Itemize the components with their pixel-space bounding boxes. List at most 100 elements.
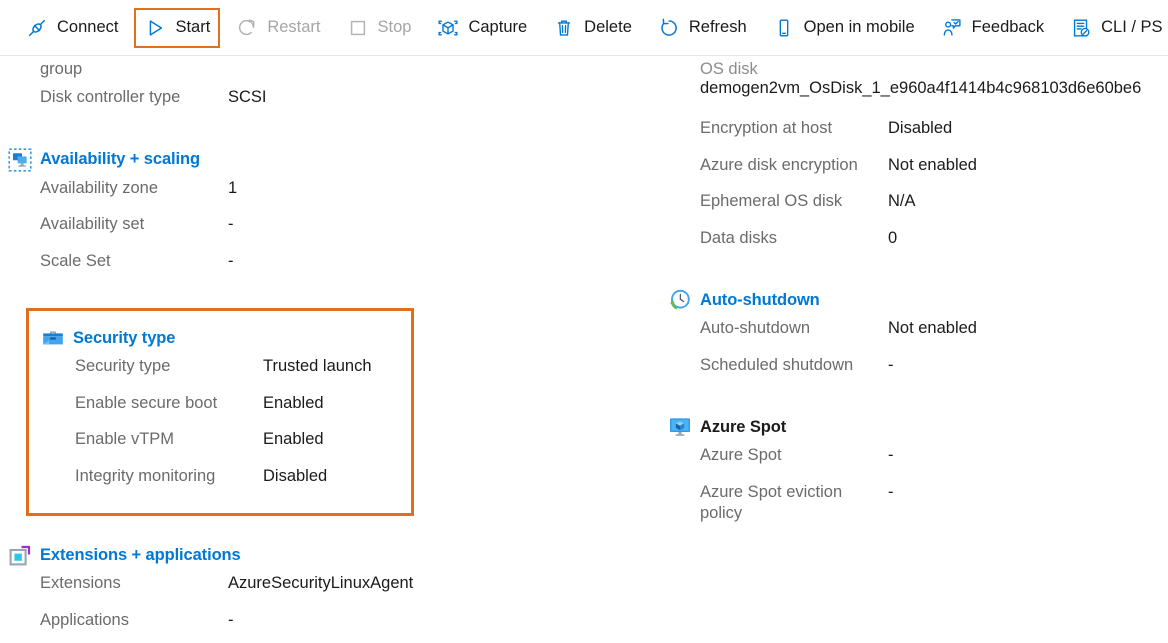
mobile-icon [773, 17, 795, 39]
scheduled-shutdown-row: Scheduled shutdown - [700, 352, 1168, 389]
azure-spot-label: Azure Spot [700, 445, 888, 466]
encryption-at-host-value: Disabled [888, 118, 952, 139]
availability-scaling-icon [8, 148, 32, 172]
encryption-at-host-row: Encryption at host Disabled [700, 115, 1168, 152]
azure-spot-header: Azure Spot [700, 412, 1168, 442]
cli-ps-icon [1070, 17, 1092, 39]
availability-scaling-header: Availability + scaling [40, 145, 520, 175]
disk-controller-type-row: Disk controller type SCSI [40, 84, 520, 121]
disk-controller-type-value: SCSI [228, 87, 267, 108]
capture-icon [437, 17, 459, 39]
availability-scaling-title[interactable]: Availability + scaling [40, 150, 200, 169]
security-type-title[interactable]: Security type [73, 329, 175, 348]
data-disks-row: Data disks 0 [700, 225, 1168, 262]
stop-button[interactable]: Stop [337, 8, 422, 48]
azure-spot-value: - [888, 445, 894, 466]
open-in-mobile-button[interactable]: Open in mobile [763, 8, 925, 48]
command-toolbar: Connect Start Restart Stop [0, 0, 1168, 56]
azure-disk-encryption-label: Azure disk encryption [700, 155, 888, 176]
azure-spot-eviction-policy-value: - [888, 482, 894, 503]
security-type-header: Security type [75, 323, 397, 353]
enable-vtpm-row: Enable vTPM Enabled [75, 426, 397, 463]
os-disk-row: OS disk demogen2vm_OsDisk_1_e960a4f1414b… [700, 56, 1168, 99]
refresh-button[interactable]: Refresh [648, 8, 757, 48]
availability-zone-label: Availability zone [40, 178, 228, 199]
capture-button[interactable]: Capture [427, 8, 537, 48]
ephemeral-os-disk-label: Ephemeral OS disk [700, 191, 888, 212]
refresh-icon [658, 17, 680, 39]
integrity-monitoring-label: Integrity monitoring [75, 466, 263, 487]
enable-vtpm-label: Enable vTPM [75, 429, 263, 450]
vm-overview-properties: group Disk controller type SCSI Availabi… [0, 56, 1168, 640]
disk-controller-type-label: Disk controller type [40, 87, 228, 108]
ephemeral-os-disk-value: N/A [888, 191, 916, 212]
availability-set-value: - [228, 214, 234, 235]
left-properties-column: group Disk controller type SCSI Availabi… [40, 56, 520, 643]
restart-button[interactable]: Restart [226, 8, 330, 48]
delete-button-label: Delete [584, 19, 632, 36]
azure-spot-section: Azure Spot Azure Spot - Azure Spot evict… [700, 412, 1168, 535]
scheduled-shutdown-label: Scheduled shutdown [700, 355, 888, 376]
azure-spot-row: Azure Spot - [700, 442, 1168, 479]
availability-set-label: Availability set [40, 214, 228, 235]
cli-ps-button[interactable]: CLI / PS [1060, 8, 1168, 48]
enable-secure-boot-row: Enable secure boot Enabled [75, 390, 397, 427]
extensions-applications-title[interactable]: Extensions + applications [40, 546, 241, 565]
feedback-icon [941, 17, 963, 39]
data-disks-value: 0 [888, 228, 897, 249]
start-button[interactable]: Start [134, 8, 220, 48]
refresh-button-label: Refresh [689, 19, 747, 36]
open-in-mobile-button-label: Open in mobile [804, 19, 915, 36]
integrity-monitoring-value: Disabled [263, 466, 327, 487]
applications-value: - [228, 610, 234, 631]
availability-set-row: Availability set - [40, 211, 520, 248]
auto-shutdown-row: Auto-shutdown Not enabled [700, 315, 1168, 352]
restart-button-label: Restart [267, 19, 320, 36]
feedback-button[interactable]: Feedback [931, 8, 1054, 48]
ephemeral-os-disk-row: Ephemeral OS disk N/A [700, 188, 1168, 225]
data-disks-label: Data disks [700, 228, 888, 249]
os-disk-label: OS disk [700, 59, 1168, 80]
auto-shutdown-label: Auto-shutdown [700, 318, 888, 339]
availability-zone-row: Availability zone 1 [40, 175, 520, 212]
integrity-monitoring-row: Integrity monitoring Disabled [75, 463, 397, 500]
auto-shutdown-value: Not enabled [888, 318, 977, 339]
cli-ps-button-label: CLI / PS [1101, 19, 1162, 36]
stop-button-label: Stop [378, 19, 412, 36]
os-disk-value: demogen2vm_OsDisk_1_e960a4f1414b4c968103… [700, 78, 1168, 99]
clock-icon [668, 288, 692, 312]
security-type-row: Security type Trusted launch [75, 353, 397, 390]
connect-button[interactable]: Connect [16, 8, 128, 48]
right-properties-column: OS disk demogen2vm_OsDisk_1_e960a4f1414b… [700, 56, 1168, 535]
azure-spot-title: Azure Spot [700, 418, 786, 437]
security-toolbox-icon [41, 326, 65, 350]
auto-shutdown-section: Auto-shutdown Auto-shutdown Not enabled … [700, 285, 1168, 388]
scale-set-value: - [228, 251, 234, 272]
auto-shutdown-title[interactable]: Auto-shutdown [700, 291, 820, 310]
auto-shutdown-header: Auto-shutdown [700, 285, 1168, 315]
capture-button-label: Capture [468, 19, 527, 36]
trash-icon [553, 17, 575, 39]
extensions-applications-header: Extensions + applications [40, 540, 520, 570]
scale-set-label: Scale Set [40, 251, 228, 272]
azure-spot-eviction-policy-row: Azure Spot eviction policy - [700, 479, 1168, 535]
stop-icon [347, 17, 369, 39]
scale-set-row: Scale Set - [40, 248, 520, 285]
restart-icon [236, 17, 258, 39]
feedback-button-label: Feedback [972, 19, 1044, 36]
azure-spot-eviction-policy-label: Azure Spot eviction policy [700, 482, 888, 524]
security-type-section: Security type Security type Trusted laun… [26, 308, 414, 516]
applications-row: Applications - [40, 607, 520, 643]
enable-secure-boot-label: Enable secure boot [75, 393, 263, 414]
azure-disk-encryption-row: Azure disk encryption Not enabled [700, 152, 1168, 189]
extensions-label: Extensions [40, 573, 228, 594]
extensions-applications-section: Extensions + applications Extensions Azu… [40, 540, 520, 643]
delete-button[interactable]: Delete [543, 8, 642, 48]
enable-secure-boot-value: Enabled [263, 393, 324, 414]
azure-disk-encryption-value: Not enabled [888, 155, 977, 176]
connect-button-label: Connect [57, 19, 118, 36]
encryption-at-host-label: Encryption at host [700, 118, 888, 139]
plug-icon [26, 17, 48, 39]
clipped-resource-group-row: group [40, 56, 520, 84]
security-type-value: Trusted launch [263, 356, 372, 377]
